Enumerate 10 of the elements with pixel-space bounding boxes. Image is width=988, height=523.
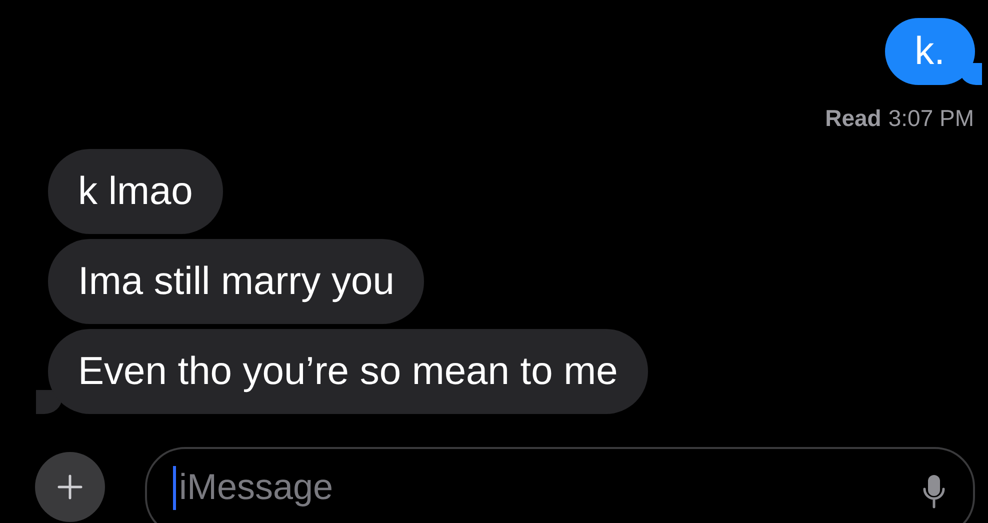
- message-bubble: k lmao: [48, 149, 223, 234]
- message-bubble: k.: [884, 18, 975, 85]
- plus-icon: [57, 474, 83, 500]
- message-bubble: Ima still marry you: [48, 239, 424, 324]
- message-field[interactable]: iMessage: [145, 447, 975, 523]
- read-time: 3:07 PM: [888, 105, 974, 132]
- text-cursor: [173, 466, 176, 510]
- message-bubble: Even tho you’re so mean to me: [48, 329, 648, 414]
- microphone-icon[interactable]: [923, 474, 945, 510]
- read-label: Read: [825, 105, 882, 132]
